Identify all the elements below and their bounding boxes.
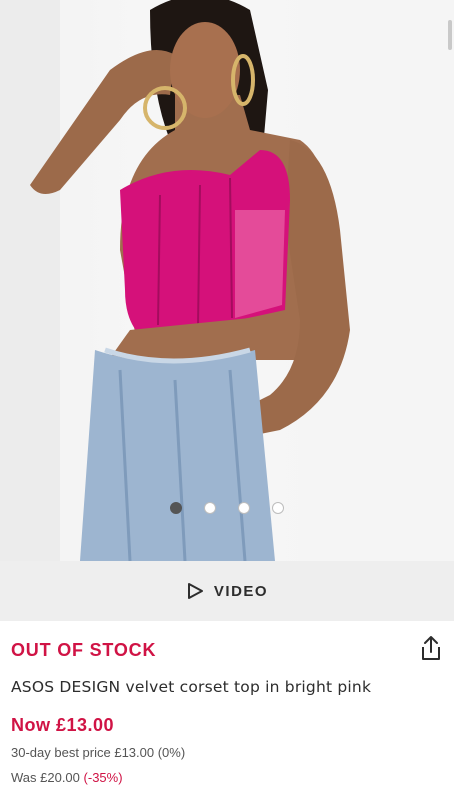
gallery-dot-3[interactable] [238, 502, 250, 514]
current-price: Now £13.00 [11, 715, 115, 735]
gallery-dot-2[interactable] [204, 502, 216, 514]
discount-badge: (-35%) [83, 770, 123, 785]
gallery-dot-1[interactable] [170, 502, 182, 514]
share-icon[interactable] [419, 635, 443, 661]
product-title: ASOS DESIGN velvet corset top in bright … [11, 678, 372, 696]
scrollbar[interactable] [448, 20, 452, 50]
gallery-dot-4[interactable] [272, 502, 284, 514]
product-image [0, 0, 454, 561]
video-button[interactable]: VIDEO [0, 561, 454, 621]
was-price: Was £20.00 (-35%) [11, 770, 123, 785]
gallery-pagination [0, 502, 454, 516]
stock-status: OUT OF STOCK [11, 640, 157, 660]
video-label: VIDEO [213, 582, 269, 600]
play-icon [186, 582, 204, 600]
product-image-gallery[interactable] [0, 0, 454, 561]
was-price-value: Was £20.00 [11, 770, 80, 785]
best-price: 30-day best price £13.00 (0%) [11, 745, 186, 760]
